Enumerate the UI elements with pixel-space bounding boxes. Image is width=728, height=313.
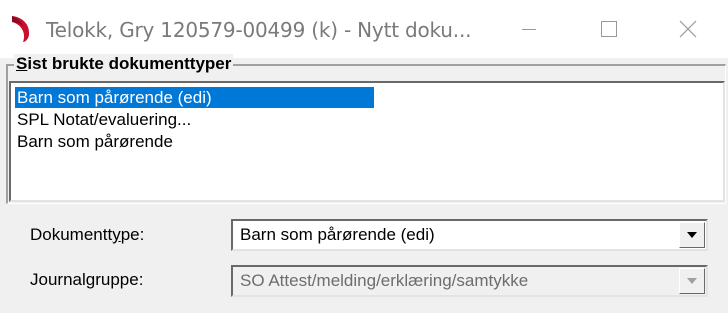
list-item-spl-notat[interactable]: SPL Notat/evaluering... [15, 109, 193, 130]
close-button[interactable] [648, 0, 728, 58]
window-title: Telokk, Gry 120579-00499 (k) - Nytt doku… [46, 18, 472, 42]
doktype-label: Dokumenttype: [30, 225, 144, 245]
doktype-label-mnemonic: y [112, 225, 121, 244]
doktype-select[interactable]: Barn som pårørende (edi) [231, 219, 708, 251]
title-bar[interactable]: Telokk, Gry 120579-00499 (k) - Nytt doku… [0, 0, 728, 58]
chevron-down-icon [687, 278, 697, 284]
chevron-down-icon [687, 232, 697, 238]
doktype-dropdown-button[interactable] [679, 222, 705, 248]
maximize-icon [601, 21, 617, 37]
group-title: Sist brukte dokumenttyper [14, 54, 234, 74]
group-title-mnemonic: S [16, 54, 28, 73]
list-item-barn[interactable]: Barn som pårørende [15, 131, 175, 152]
doktype-label-post: pe: [120, 225, 145, 244]
minimize-button[interactable] [489, 0, 569, 58]
recent-doctypes-listbox[interactable]: Barn som pårørende (edi) SPL Notat/evalu… [9, 81, 725, 202]
doktype-select-value: Barn som pårørende (edi) [240, 225, 435, 244]
maximize-button[interactable] [569, 0, 649, 58]
group-title-text: ist brukte dokumenttyper [27, 54, 232, 73]
journal-label: Journalgruppe: [30, 270, 144, 289]
journal-dropdown-button[interactable] [679, 268, 705, 294]
doktype-label-pre: Dokumentt [30, 225, 113, 244]
close-icon [679, 20, 697, 38]
app-logo-icon [12, 16, 30, 42]
journal-select[interactable]: SO Attest/melding/erklæring/samtykke [231, 265, 708, 297]
list-item-barn-edi[interactable]: Barn som pårørende (edi) [15, 87, 374, 108]
minimize-icon [522, 29, 536, 30]
journal-select-value: SO Attest/melding/erklæring/samtykke [240, 271, 529, 290]
dialog-window: Telokk, Gry 120579-00499 (k) - Nytt doku… [0, 0, 728, 313]
